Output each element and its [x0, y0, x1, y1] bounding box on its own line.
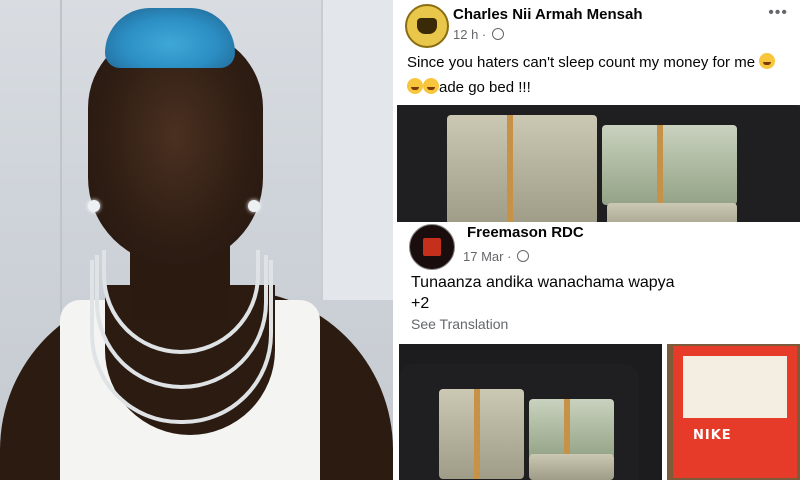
globe-icon: [491, 28, 504, 40]
cash-band: [564, 399, 570, 459]
cash-band: [507, 115, 513, 225]
laughing-emoji-icon: [423, 78, 439, 94]
post-author[interactable]: Freemason RDC: [467, 224, 584, 241]
meta-separator: ·: [478, 27, 490, 42]
post-text: Tunaanza andika wanachama wapya +2: [411, 272, 791, 314]
emblem-icon: [423, 238, 441, 256]
shoe-box: NIKE: [673, 346, 797, 478]
earring-right: [248, 200, 260, 212]
post-photo-shoebox-cash[interactable]: NIKE: [667, 344, 800, 480]
post-text-line2: ade go bed !!!: [439, 79, 531, 96]
door: [321, 0, 393, 300]
emblem-icon: [417, 18, 437, 34]
more-options-icon[interactable]: •••: [768, 4, 788, 22]
avatar[interactable]: [409, 224, 455, 270]
cash-stack: [529, 399, 614, 459]
cash-stack: [447, 115, 597, 225]
earring-left: [88, 200, 100, 212]
laughing-emoji-icon: [407, 78, 423, 94]
laughing-emoji-icon: [759, 53, 776, 69]
blue-hair: [105, 8, 235, 68]
avatar[interactable]: [405, 4, 449, 48]
globe-icon: [517, 250, 530, 262]
post-text-line2: +2: [411, 295, 430, 312]
posts-panel: Charles Nii Armah Mensah 12 h · ••• Sinc…: [397, 0, 800, 480]
box-brand: NIKE: [693, 428, 732, 443]
cash-band: [657, 125, 663, 205]
post-time[interactable]: 17 Mar: [463, 249, 503, 264]
post-text-line1: Tunaanza andika wanachama wapya: [411, 274, 675, 291]
cash-stack: [529, 454, 614, 480]
cash-in-box: [683, 356, 787, 418]
cash-band: [474, 389, 480, 479]
cash-stack: [602, 125, 737, 205]
meta-separator: ·: [503, 249, 516, 264]
cash-stack: [439, 389, 524, 479]
post-author[interactable]: Charles Nii Armah Mensah: [453, 6, 643, 23]
post-time[interactable]: 12 h: [453, 27, 478, 42]
post-charles: Charles Nii Armah Mensah 12 h · ••• Sinc…: [397, 0, 800, 235]
post-photo-cash-suitcase[interactable]: [399, 344, 662, 480]
post-text-line1: Since you haters can't sleep count my mo…: [407, 54, 760, 71]
post-meta: 17 Mar ·: [463, 249, 530, 264]
post-photo-cash-bag[interactable]: [397, 105, 800, 235]
post-text: Since you haters can't sleep count my mo…: [407, 50, 792, 100]
photo-artist: [0, 0, 393, 480]
post-freemason: Freemason RDC 17 Mar · Tunaanza andika w…: [397, 222, 800, 480]
see-translation-link[interactable]: See Translation: [411, 316, 508, 332]
post-meta: 12 h ·: [453, 27, 504, 42]
